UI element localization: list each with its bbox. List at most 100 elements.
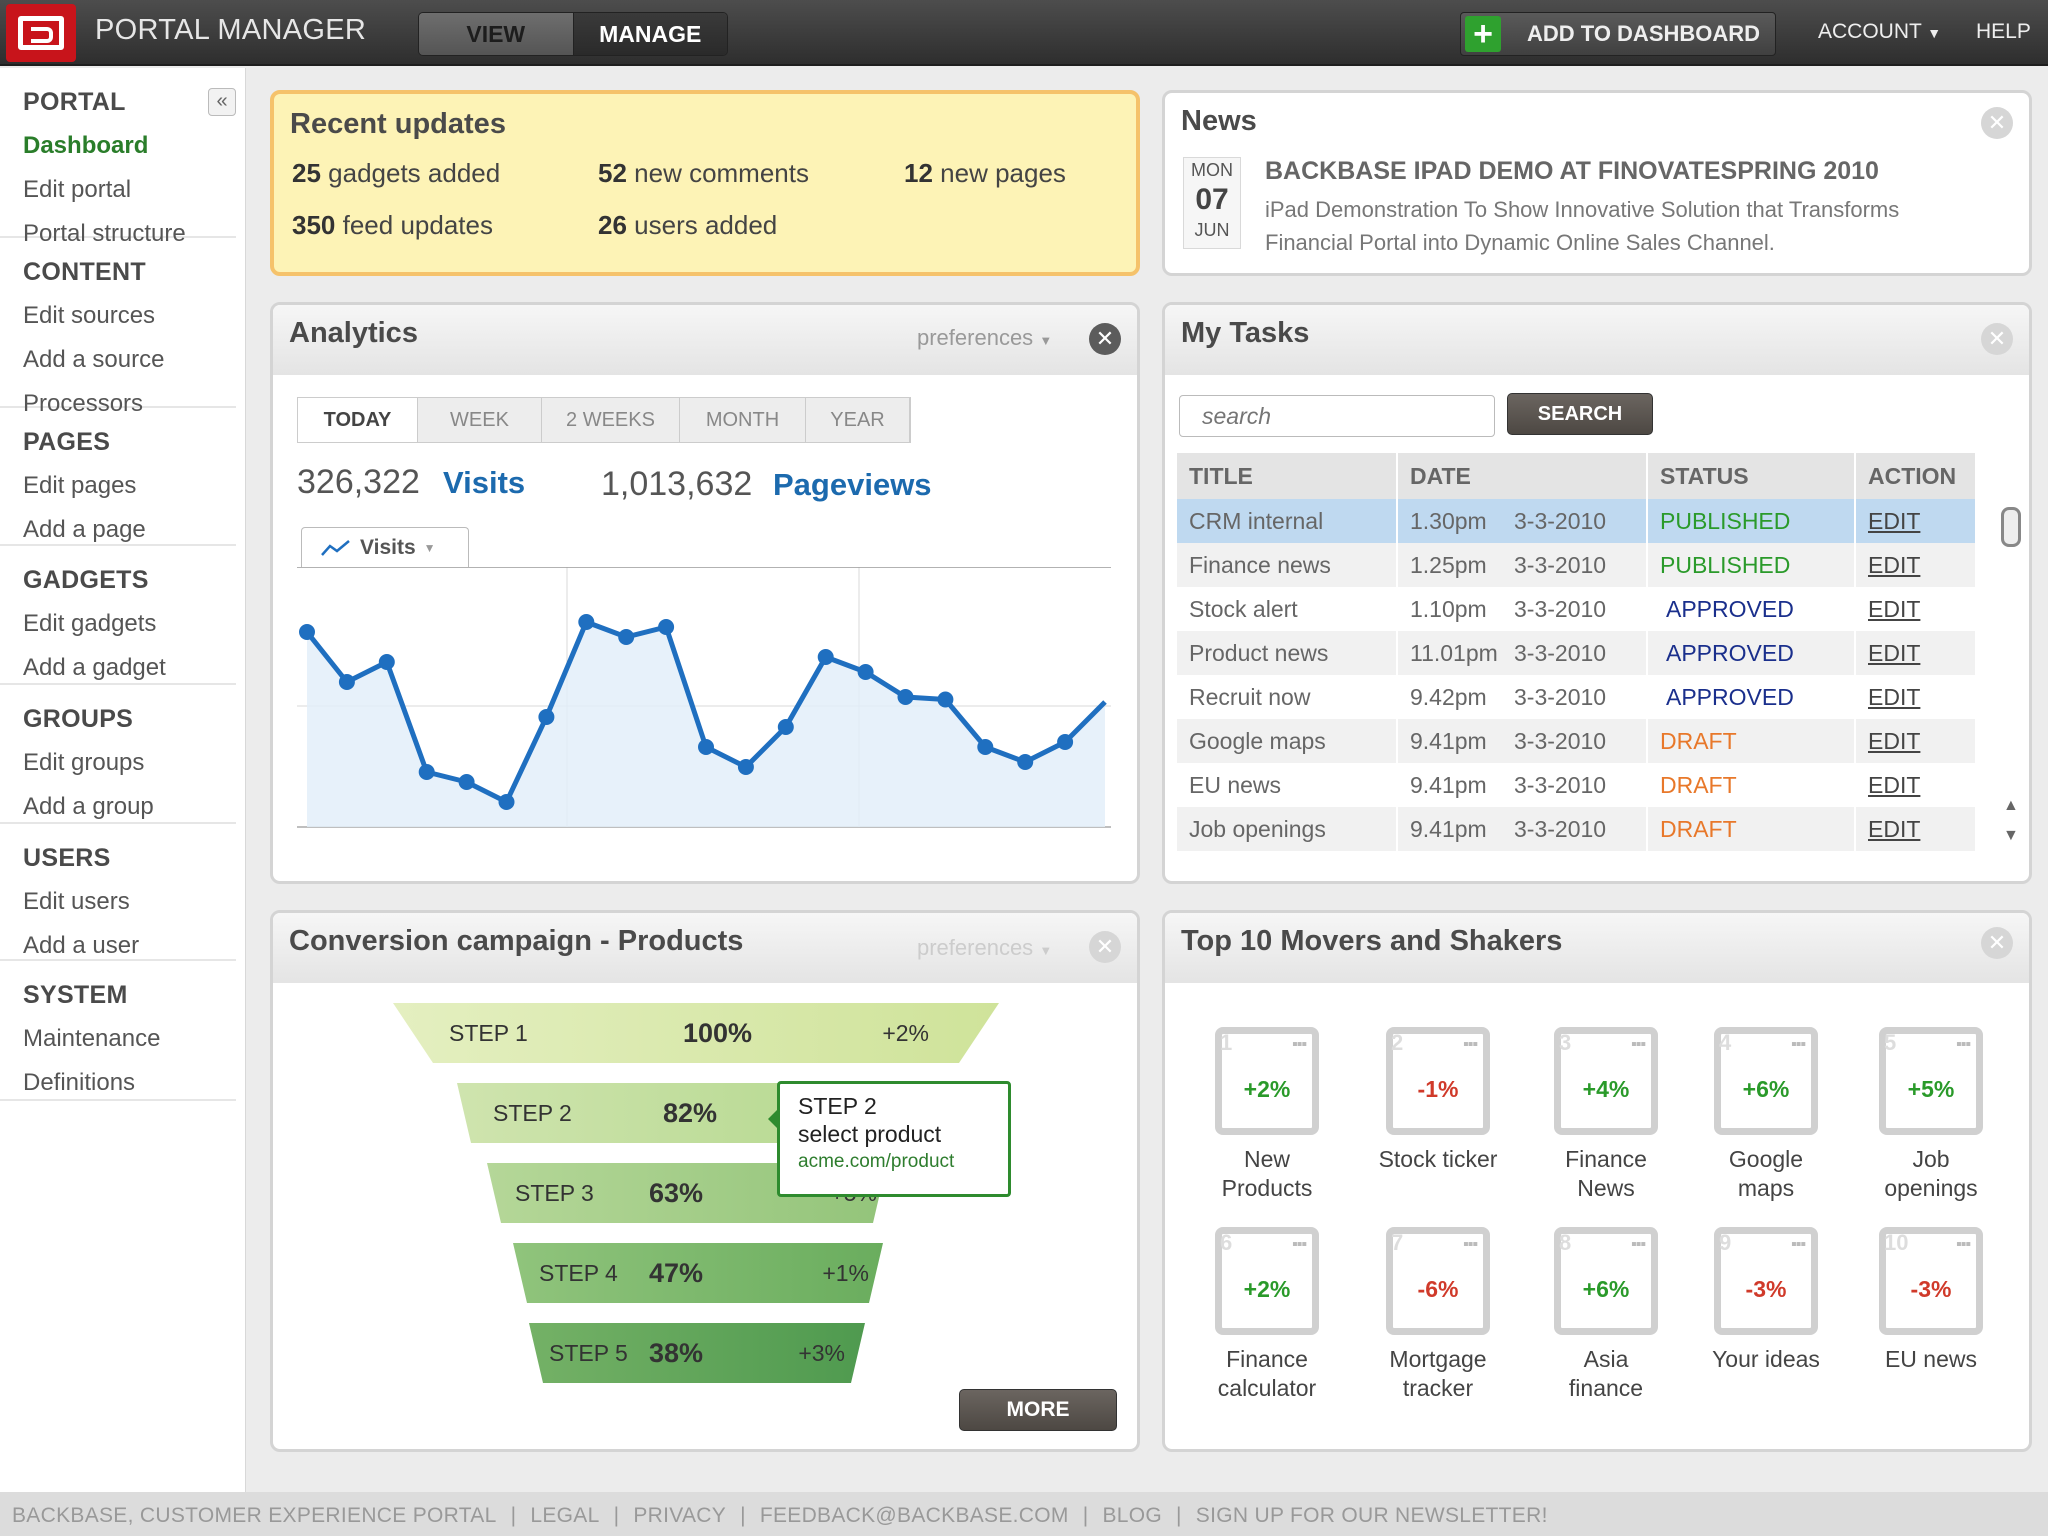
backbase-logo[interactable] bbox=[6, 4, 76, 62]
footer-link-blog[interactable]: BLOG bbox=[1102, 1504, 1162, 1527]
nav-section-heading: SYSTEM bbox=[23, 981, 128, 1009]
edit-link[interactable]: EDIT bbox=[1855, 763, 1977, 807]
chart-metric-select[interactable]: Visits ▼ bbox=[301, 527, 469, 567]
sidebar-item-add-a-group[interactable]: Add a group bbox=[23, 793, 154, 821]
task-title[interactable]: Stock alert bbox=[1177, 587, 1398, 631]
sidebar-item-dashboard[interactable]: Dashboard bbox=[23, 132, 148, 160]
mover-your-ideas[interactable]: 9 ▪▪▪ -3% Your ideas bbox=[1706, 1227, 1826, 1374]
task-row[interactable]: Job openings 9.41pm 3-3-2010 DRAFT EDIT bbox=[1177, 807, 1977, 851]
mover-asia-finance[interactable]: 8 ▪▪▪ +6% Asia finance bbox=[1546, 1227, 1666, 1403]
task-row[interactable]: Product news 11.01pm 3-3-2010 APPROVED EDIT bbox=[1177, 631, 1977, 675]
task-title[interactable]: CRM internal bbox=[1177, 499, 1398, 543]
footer-link-backbase-customer-experience-portal[interactable]: BACKBASE, CUSTOMER EXPERIENCE PORTAL bbox=[12, 1504, 497, 1527]
sidebar-item-edit-sources[interactable]: Edit sources bbox=[23, 302, 155, 330]
preferences-menu[interactable]: preferences ▼ bbox=[917, 935, 1052, 961]
task-title[interactable]: Product news bbox=[1177, 631, 1398, 675]
task-row[interactable]: Finance news 1.25pm 3-3-2010 PUBLISHED EDIT bbox=[1177, 543, 1977, 587]
scrollbar-thumb[interactable] bbox=[2001, 507, 2021, 547]
close-icon[interactable]: ✕ bbox=[1089, 323, 1121, 355]
column-header[interactable]: DATE bbox=[1397, 453, 1648, 499]
close-icon[interactable]: ✕ bbox=[1089, 931, 1121, 963]
sidebar-item-edit-pages[interactable]: Edit pages bbox=[23, 472, 136, 500]
recent-updates-panel: Recent updates 25 gadgets added 52 new c… bbox=[270, 90, 1140, 276]
task-title[interactable]: Google maps bbox=[1177, 719, 1398, 763]
footer-link-sign-up-for-our-newsletter[interactable]: SIGN UP FOR OUR NEWSLETTER! bbox=[1196, 1504, 1548, 1527]
footer-link-privacy[interactable]: PRIVACY bbox=[633, 1504, 726, 1527]
funnel-step-4[interactable]: STEP 4 47% +1% bbox=[513, 1243, 883, 1303]
task-day: 3-3-2010 bbox=[1514, 551, 1607, 578]
task-title[interactable]: Recruit now bbox=[1177, 675, 1398, 719]
task-title[interactable]: Finance news bbox=[1177, 543, 1398, 587]
more-button[interactable]: MORE bbox=[959, 1389, 1117, 1431]
mover-google-maps[interactable]: 4 ▪▪▪ +6% Google maps bbox=[1706, 1027, 1826, 1203]
tab-today[interactable]: TODAY bbox=[298, 398, 418, 442]
sidebar-item-edit-groups[interactable]: Edit groups bbox=[23, 749, 144, 777]
view-mode-button[interactable]: VIEW bbox=[419, 13, 574, 55]
search-button[interactable]: SEARCH bbox=[1507, 393, 1653, 435]
task-scrollbar[interactable]: ▲ ▼ bbox=[2001, 501, 2021, 853]
sidebar-item-add-a-source[interactable]: Add a source bbox=[23, 346, 164, 374]
sidebar-item-maintenance[interactable]: Maintenance bbox=[23, 1025, 160, 1053]
manage-mode-button[interactable]: MANAGE bbox=[573, 13, 727, 55]
edit-link[interactable]: EDIT bbox=[1855, 499, 1977, 543]
column-header[interactable]: ACTION bbox=[1855, 453, 1977, 499]
tab-month[interactable]: MONTH bbox=[680, 398, 806, 442]
edit-link[interactable]: EDIT bbox=[1855, 543, 1977, 587]
task-search-input[interactable] bbox=[1179, 395, 1495, 437]
caret-down-icon: ▼ bbox=[1039, 333, 1053, 348]
add-to-dashboard-button[interactable]: + ADD TO DASHBOARD bbox=[1460, 12, 1776, 56]
task-row[interactable]: Stock alert 1.10pm 3-3-2010 APPROVED EDIT bbox=[1177, 587, 1977, 631]
task-title[interactable]: Job openings bbox=[1177, 807, 1398, 851]
sidebar-item-edit-gadgets[interactable]: Edit gadgets bbox=[23, 610, 156, 638]
tooltip-url[interactable]: acme.com/product bbox=[798, 1148, 990, 1176]
mover-finance-calculator[interactable]: 6 ▪▪▪ +2% Finance calculator bbox=[1207, 1227, 1327, 1403]
task-title[interactable]: EU news bbox=[1177, 763, 1398, 807]
sidebar-item-add-a-gadget[interactable]: Add a gadget bbox=[23, 654, 166, 682]
edit-link[interactable]: EDIT bbox=[1855, 719, 1977, 763]
funnel-step-1[interactable]: STEP 1 100% +2% bbox=[393, 1003, 999, 1063]
edit-link[interactable]: EDIT bbox=[1855, 631, 1977, 675]
column-header[interactable]: TITLE bbox=[1177, 453, 1398, 499]
mover-mortgage-tracker[interactable]: 7 ▪▪▪ -6% Mortgage tracker bbox=[1378, 1227, 1498, 1403]
column-header[interactable]: STATUS bbox=[1647, 453, 1856, 499]
news-day-name: MON bbox=[1191, 160, 1233, 180]
mover-new-products[interactable]: 1 ▪▪▪ +2% New Products bbox=[1207, 1027, 1327, 1203]
mover-job-openings[interactable]: 5 ▪▪▪ +5% Job openings bbox=[1871, 1027, 1991, 1203]
sidebar-item-definitions[interactable]: Definitions bbox=[23, 1069, 135, 1097]
scroll-down-icon[interactable]: ▼ bbox=[2003, 827, 2019, 845]
sidebar-item-add-a-page[interactable]: Add a page bbox=[23, 516, 146, 544]
tab-year[interactable]: YEAR bbox=[806, 398, 910, 442]
mover-stock-ticker[interactable]: 2 ▪▪▪ -1% Stock ticker bbox=[1378, 1027, 1498, 1174]
account-menu[interactable]: ACCOUNT ▼ bbox=[1818, 20, 1941, 44]
data-point bbox=[338, 674, 355, 690]
task-row[interactable]: Google maps 9.41pm 3-3-2010 DRAFT EDIT bbox=[1177, 719, 1977, 763]
mover-rank: 10 bbox=[1884, 1230, 1909, 1255]
task-row[interactable]: Recruit now 9.42pm 3-3-2010 APPROVED EDIT bbox=[1177, 675, 1977, 719]
mover-finance-news[interactable]: 3 ▪▪▪ +4% Finance News bbox=[1546, 1027, 1666, 1203]
tab-2-weeks[interactable]: 2 WEEKS bbox=[542, 398, 680, 442]
news-title: News bbox=[1181, 105, 1257, 137]
close-icon[interactable]: ✕ bbox=[1981, 323, 2013, 355]
visits-link[interactable]: Visits bbox=[443, 465, 525, 501]
scroll-up-icon[interactable]: ▲ bbox=[2003, 797, 2019, 815]
help-link[interactable]: HELP bbox=[1976, 20, 2031, 44]
preferences-menu[interactable]: preferences ▼ bbox=[917, 325, 1052, 351]
task-row[interactable]: CRM internal 1.30pm 3-3-2010 PUBLISHED EDIT bbox=[1177, 499, 1977, 543]
task-row[interactable]: EU news 9.41pm 3-3-2010 DRAFT EDIT bbox=[1177, 763, 1977, 807]
edit-link[interactable]: EDIT bbox=[1855, 587, 1977, 631]
mode-switch: VIEW MANAGE bbox=[418, 12, 728, 56]
close-icon[interactable]: ✕ bbox=[1981, 927, 2013, 959]
close-icon[interactable]: ✕ bbox=[1981, 107, 2013, 139]
sidebar-item-add-a-user[interactable]: Add a user bbox=[23, 932, 139, 960]
sidebar-item-edit-portal[interactable]: Edit portal bbox=[23, 176, 131, 204]
footer-link-legal[interactable]: LEGAL bbox=[530, 1504, 599, 1527]
pageviews-link[interactable]: Pageviews bbox=[773, 467, 932, 503]
sidebar-item-edit-users[interactable]: Edit users bbox=[23, 888, 130, 916]
funnel-step-5[interactable]: STEP 5 38% +3% bbox=[529, 1323, 865, 1383]
edit-link[interactable]: EDIT bbox=[1855, 807, 1977, 851]
footer-link-feedback-backbase-com[interactable]: FEEDBACK@BACKBASE.COM bbox=[760, 1504, 1069, 1527]
tab-week[interactable]: WEEK bbox=[418, 398, 542, 442]
edit-link[interactable]: EDIT bbox=[1855, 675, 1977, 719]
news-headline[interactable]: BACKBASE IPAD DEMO AT FINOVATESPRING 201… bbox=[1265, 157, 1879, 186]
mover-eu-news[interactable]: 10 ▪▪▪ -3% EU news bbox=[1871, 1227, 1991, 1374]
